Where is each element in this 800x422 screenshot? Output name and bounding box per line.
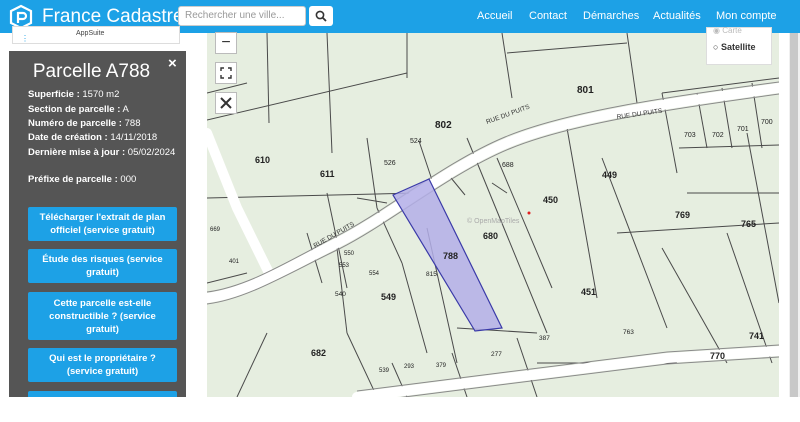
minus-icon: − [221,34,231,51]
info-date-creation: Date de création : 14/11/2018 [28,132,158,143]
parcel-label: 550 [344,251,355,257]
parcel-label: 401 [229,259,240,265]
search-icon [315,10,327,22]
info-prefixe: Préfixe de parcelle : 000 [28,174,137,185]
parcel-title: Parcelle A788 [32,61,151,82]
parcel-label: 802 [435,120,452,131]
nav-demarches[interactable]: Démarches [583,0,639,33]
cadastral-map: © OpenMapTiles RUE DU PUITS RUE DU PUITS… [207,33,779,397]
parcel-label: 610 [255,155,270,165]
parcel-label: 379 [436,363,447,369]
radio-icon: ○ [713,42,719,52]
appsuite-label: AppSuite [76,30,105,37]
parcel-label: 769 [675,210,690,220]
parcel-label: 387 [539,335,550,342]
parcel-label: 682 [311,348,326,358]
map-view[interactable]: © OpenMapTiles RUE DU PUITS RUE DU PUITS… [207,33,779,397]
nav-accueil[interactable]: Accueil [477,0,512,33]
parcel-label: 669 [210,227,221,233]
owner-button[interactable]: Qui est le propriétaire ? (service gratu… [28,348,177,382]
parcel-label: 449 [602,170,617,180]
radio-icon: ◉ [713,26,720,35]
risk-study-button[interactable]: Étude des risques (service gratuit) [28,249,177,283]
parcel-label: 539 [379,368,390,374]
layer-label-carte: Carte [722,26,742,35]
info-section: Section de parcelle : A [28,104,129,115]
parcel-label: 703 [684,132,696,139]
parcel-label: 701 [737,126,749,133]
layer-switcher: ◉ Carte ○ Satellite [706,26,772,65]
layer-label-satellite: Satellite [720,42,756,52]
parcel-label: 741 [749,331,764,341]
parcel-label: 680 [483,231,498,241]
search-button[interactable] [309,6,333,26]
constructible-button[interactable]: Cette parcelle est-elle constructible ? … [28,292,177,340]
parcel-label: 611 [320,169,335,179]
close-icon[interactable]: × [168,55,177,72]
parcel-label: 540 [335,291,346,298]
info-numero: Numéro de parcelle : 788 [28,118,141,129]
parcel-label: 277 [491,351,502,358]
parcel-label: 702 [712,132,724,139]
parcel-label: 526 [384,160,396,167]
download-plan-button[interactable]: Télécharger l'extrait de plan officiel (… [28,207,177,241]
parcel-label: 763 [623,329,634,336]
parcel-label: 553 [339,263,350,269]
street-label-1: RUE DU PUITS [485,103,531,125]
search-input[interactable]: Rechercher une ville... [178,6,306,26]
parcel-label: 524 [410,138,422,145]
parcel-label: 293 [404,364,415,370]
zoom-out-button[interactable]: − [215,32,237,54]
scrollbar-thumb[interactable] [790,33,798,397]
parcel-label: 700 [761,119,773,126]
tools-icon [220,97,232,109]
parcel-label: 770 [710,351,725,361]
info-superficie: Superficie : 1570 m2 [28,89,120,100]
layer-option-carte[interactable]: ◉ Carte [713,26,742,35]
fullscreen-icon [220,67,232,79]
parcel-label: 450 [543,195,558,205]
parcel-label: 549 [381,292,396,302]
map-watermark: © OpenMapTiles [467,217,520,225]
parcel-label: 451 [581,287,596,297]
parcel-label: 688 [502,162,514,169]
nav-actualites[interactable]: Actualités [653,0,701,33]
drag-handle-icon[interactable]: ⋮ [21,34,29,43]
layer-option-satellite[interactable]: ○ Satellite [713,42,755,52]
parcel-label: 815 [426,271,437,278]
info-mise-a-jour: Dernière mise à jour : 05/02/2024 [28,147,176,158]
parcel-label: 765 [741,219,756,229]
parcel-panel: Parcelle A788 × Superficie : 1570 m2 Sec… [9,51,186,397]
nav-contact[interactable]: Contact [529,0,567,33]
parcel-label: 788 [443,251,458,261]
location-marker [527,211,531,215]
parcel-label: 554 [369,271,380,277]
fullscreen-button[interactable] [215,62,237,84]
measure-tool-button[interactable] [215,92,237,114]
parcel-label: 801 [577,85,594,96]
page-bottom [0,397,800,422]
